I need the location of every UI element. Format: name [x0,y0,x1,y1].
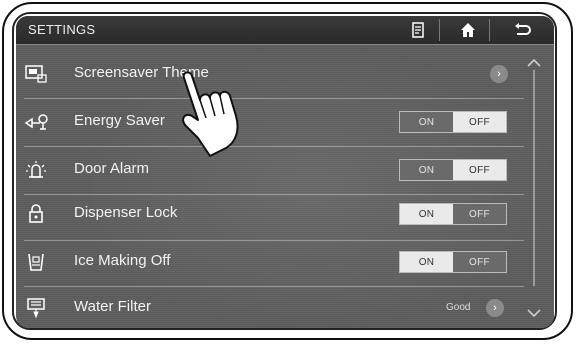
memo-icon[interactable] [408,20,428,40]
door-alarm-icon [24,159,48,181]
list-item-screensaver-theme[interactable]: Screensaver Theme › [16,50,526,98]
list-item-water-filter[interactable]: Water Filter Good › [16,284,526,328]
screensaver-icon [24,63,48,85]
ice-making-toggle[interactable]: ON OFF [399,251,507,273]
dispenser-lock-label: Dispenser Lock [74,204,178,221]
toggle-on-option[interactable]: ON [400,160,453,180]
chevron-right-icon[interactable]: › [490,65,508,83]
scroll-up-icon[interactable] [524,56,544,70]
toggle-off-option[interactable]: OFF [453,160,506,180]
home-icon[interactable] [458,20,478,40]
toggle-off-option[interactable]: OFF [453,112,506,132]
list-item-dispenser-lock[interactable]: Dispenser Lock ON OFF [16,190,526,238]
list-item-door-alarm[interactable]: Door Alarm ON OFF [16,146,526,194]
scrollbar-track[interactable] [533,70,535,286]
ice-making-off-label: Ice Making Off [74,252,171,269]
energy-saver-icon [24,111,48,133]
toggle-on-option[interactable]: ON [400,252,453,272]
list-item-ice-making-off[interactable]: Ice Making Off ON OFF [16,238,526,286]
chevron-right-icon[interactable]: › [486,299,504,317]
page-title: SETTINGS [28,22,96,37]
door-alarm-label: Door Alarm [74,160,150,177]
water-filter-icon [24,297,48,319]
water-filter-label: Water Filter [74,298,151,315]
filter-status: Good [446,302,471,313]
title-bar: SETTINGS [16,16,554,45]
door-alarm-toggle[interactable]: ON OFF [399,159,507,181]
back-arrow-icon[interactable] [511,20,531,40]
toggle-on-option[interactable]: ON [400,204,453,224]
toggle-off-option[interactable]: OFF [453,204,506,224]
toggle-off-option[interactable]: OFF [453,252,506,272]
list-item-energy-saver[interactable]: Energy Saver ON OFF [16,98,526,146]
energy-saver-toggle[interactable]: ON OFF [399,111,507,133]
dispenser-lock-toggle[interactable]: ON OFF [399,203,507,225]
ice-icon [24,251,48,273]
settings-screen: SETTINGS Screensaver Theme › Energy Save… [16,16,554,328]
toggle-on-option[interactable]: ON [400,112,453,132]
scroll-down-icon[interactable] [524,306,544,320]
energy-saver-label: Energy Saver [74,112,165,129]
toolbar-divider [489,19,490,41]
pointing-hand-icon [170,68,250,160]
lock-icon [24,203,48,225]
toolbar-divider [439,19,440,41]
